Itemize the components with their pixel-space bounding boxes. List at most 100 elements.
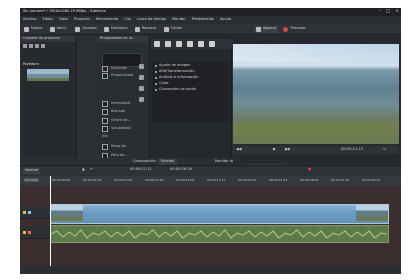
effect-category[interactable]: Conversión de audio: [155, 87, 196, 92]
timeline-ruler[interactable]: Principal 00:00:00:00 00:00:03:16 00:00:…: [20, 176, 401, 186]
tab-composition[interactable]: Composición: [130, 159, 159, 165]
checkbox[interactable]: [102, 144, 108, 150]
search-icon[interactable]: [138, 64, 144, 69]
window-controls: – □ ×: [379, 9, 399, 14]
play-icon[interactable]: ▶: [273, 147, 276, 152]
effect-category[interactable]: Color: [155, 81, 168, 86]
menu-clip[interactable]: Clip: [124, 18, 131, 22]
checkbox[interactable]: [102, 118, 108, 124]
playhead[interactable]: [50, 176, 51, 274]
expand-icon: [155, 64, 157, 67]
wand-icon[interactable]: [138, 75, 144, 80]
open-button[interactable]: Abrir...: [48, 26, 71, 33]
menu-timeline[interactable]: Línea de tiempo: [137, 18, 166, 22]
video-effects-icon[interactable]: [165, 41, 171, 47]
maximize-icon[interactable]: □: [386, 9, 390, 14]
checkbox[interactable]: [102, 109, 108, 115]
effect-category[interactable]: Análisis e información: [155, 75, 198, 80]
ruler-tick: 00:00:28:09: [300, 178, 319, 182]
info-icon[interactable]: [209, 41, 215, 47]
menu-help[interactable]: Ayuda: [220, 18, 231, 22]
property-row[interactable]: Vía: [102, 134, 108, 139]
audio-track-header[interactable]: [20, 226, 53, 239]
timeline-timecode-b[interactable]: 00:00:28:29: [170, 167, 192, 172]
property-label: Duración: [111, 66, 128, 71]
ruler-tick: 00:00:07:02: [114, 178, 133, 182]
menu-monitor[interactable]: Monitor: [172, 18, 186, 22]
menu-project[interactable]: Proyecto: [74, 18, 90, 22]
property-label: Borrado: [111, 109, 126, 114]
cut-button[interactable]: Cortar: [162, 26, 184, 33]
clip-name[interactable]: Rivedoro: [23, 62, 39, 67]
razor-tool-icon[interactable]: ✂: [90, 167, 93, 172]
clip-thumbnail[interactable]: [27, 69, 69, 81]
timeline-toolbar: Normal ▲ ✂ 00:00:11:11 00:00:28:29 ●: [20, 165, 401, 175]
rewind-icon[interactable]: ◀◀: [236, 147, 242, 152]
project-bin-toolbar: [21, 42, 76, 49]
menu-bar: Archivo Editar Vista Proyecto Herramient…: [20, 16, 401, 24]
eye-icon[interactable]: [28, 210, 31, 214]
redo-button[interactable]: Rehacer: [133, 26, 159, 33]
timeline-timecode-a[interactable]: 00:00:11:11: [130, 167, 152, 172]
property-row[interactable]: Solubilidad: [102, 126, 131, 132]
monitor-timecode[interactable]: 00:00:11:15: [341, 147, 363, 152]
custom-effects-icon[interactable]: [198, 41, 204, 47]
color-icon[interactable]: [138, 97, 144, 102]
audio-waveform: [51, 229, 388, 239]
grab-label: Agarrar: [262, 26, 277, 31]
menu-file[interactable]: Archivo: [23, 18, 36, 22]
select-tool-icon[interactable]: ▲: [82, 167, 85, 172]
property-row[interactable]: Borrado: [102, 109, 125, 115]
new-label: Nuevo: [31, 26, 43, 31]
mute-icon[interactable]: [28, 230, 31, 234]
forward-icon[interactable]: ▶▶: [285, 147, 291, 152]
project-monitor: ◀◀ ▶ ▶▶ 00:00:11:15 ▭: [233, 36, 401, 164]
checkbox[interactable]: [102, 73, 108, 79]
properties-header: Propiedades de la...: [98, 36, 149, 42]
undo-button[interactable]: Deshacer: [102, 26, 130, 33]
menu-view[interactable]: Vista: [59, 18, 68, 22]
property-row[interactable]: Intensidad: [102, 101, 130, 107]
zoom-icon[interactable]: ▭: [383, 147, 386, 152]
clip-end-thumbnail: [356, 205, 388, 221]
checkbox[interactable]: [102, 66, 108, 72]
lock-icon[interactable]: [23, 210, 26, 214]
list-icon[interactable]: [154, 41, 160, 47]
property-row[interactable]: Duración: [102, 66, 127, 72]
effect-category[interactable]: Alfa/Transformación: [155, 69, 195, 74]
video-track-header[interactable]: [20, 206, 53, 219]
close-icon[interactable]: ×: [395, 9, 399, 14]
menu-tool[interactable]: Herramienta: [96, 18, 119, 22]
tab-effects[interactable]: Efectos: [158, 159, 178, 165]
project-bin-panel: Carpeta de proyecto Rivedoro: [21, 36, 77, 161]
property-row[interactable]: Proporcional: [102, 73, 133, 79]
star-icon[interactable]: [187, 41, 193, 47]
edit-mode-select[interactable]: Normal: [23, 168, 41, 174]
lock-icon[interactable]: [23, 230, 26, 234]
save-button[interactable]: Guardar: [73, 26, 99, 33]
audio-clip[interactable]: [50, 225, 389, 243]
effects-list: Ajuste de imagen Alfa/Transformación Aná…: [152, 62, 228, 122]
audio-effects-icon[interactable]: [176, 41, 182, 47]
effect-category[interactable]: Ajuste de imagen: [155, 63, 190, 68]
record-icon[interactable]: ●: [308, 167, 311, 172]
checkbox[interactable]: [102, 101, 108, 107]
property-row[interactable]: Rana de...: [102, 144, 129, 150]
ruler-tick: 00:00:14:05: [176, 178, 195, 182]
video-clip[interactable]: [50, 204, 389, 224]
grab-button[interactable]: Agarrar: [253, 25, 279, 33]
new-button[interactable]: Nuevo: [22, 26, 45, 33]
ruler-tick: 00:00:00:00: [52, 178, 71, 182]
menu-edit[interactable]: Editar: [42, 18, 53, 22]
menu-settings[interactable]: Preferencias: [192, 18, 214, 22]
property-row[interactable]: Orden de...: [102, 118, 131, 124]
window-title: Sin nombre* / 1920x1080 29.98fps – Kdenl…: [23, 9, 106, 13]
transform-icon[interactable]: [138, 86, 144, 91]
menu-icon[interactable]: [41, 43, 45, 48]
list-view-icon[interactable]: [35, 43, 39, 48]
minimize-icon[interactable]: –: [379, 9, 381, 14]
add-clip-icon[interactable]: [23, 43, 27, 48]
render-button[interactable]: Procesar: [281, 26, 307, 33]
checkbox[interactable]: [102, 126, 108, 132]
folder-icon[interactable]: [29, 43, 33, 48]
